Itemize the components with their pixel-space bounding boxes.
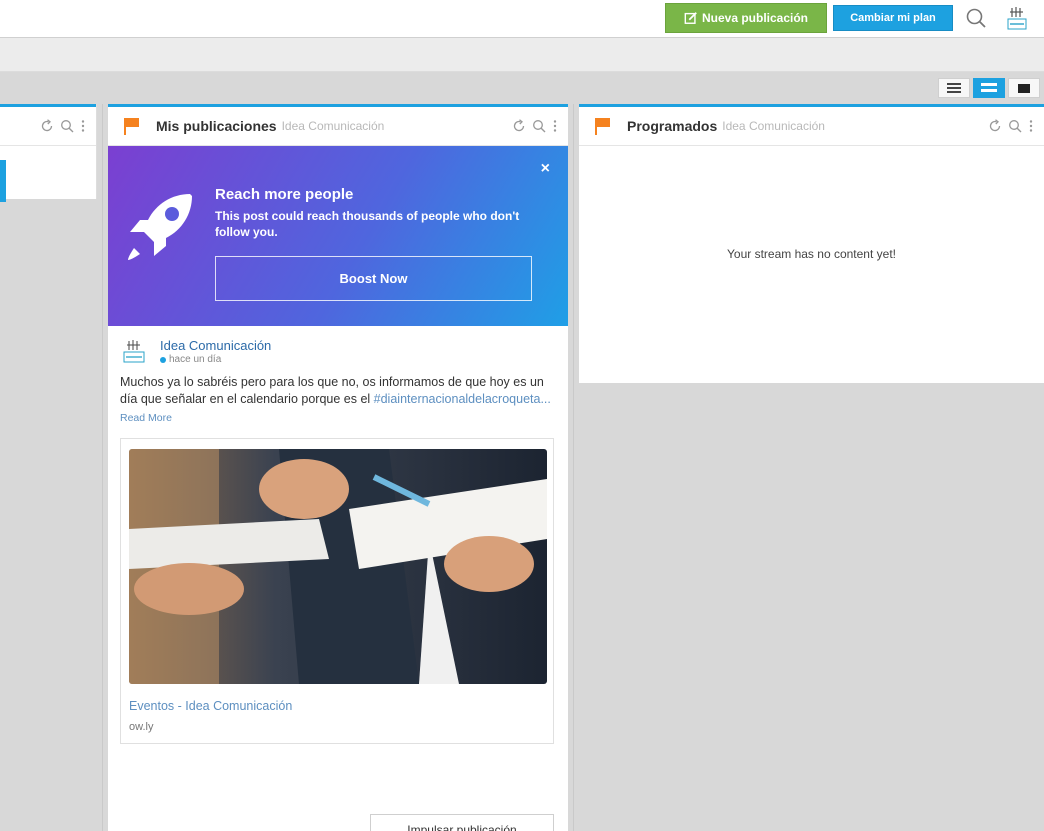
- my-posts-column: Mis publicaciones Idea Comunicación × Re…: [108, 104, 568, 831]
- profile-avatar[interactable]: [1002, 4, 1032, 34]
- wide-icon: [1018, 83, 1030, 93]
- post-time: hace un día: [160, 354, 271, 365]
- read-more-link[interactable]: Read More: [120, 412, 556, 424]
- boost-promo-banner: × Reach more people This post could reac…: [108, 146, 568, 326]
- top-bar: Nueva publicación Cambiar mi plan: [0, 0, 1044, 38]
- search-icon[interactable]: [532, 119, 546, 133]
- scheduled-header: Programados Idea Comunicación: [579, 104, 1044, 146]
- column-subtitle: Idea Comunicación: [722, 119, 825, 133]
- search-icon[interactable]: [965, 7, 987, 29]
- time-label: hace un día: [169, 354, 222, 365]
- link-domain: ow.ly: [129, 721, 154, 733]
- my-posts-header: Mis publicaciones Idea Comunicación: [108, 104, 568, 146]
- post-text: Muchos ya lo sabréis pero para los que n…: [120, 374, 556, 408]
- wide-view-button[interactable]: [1008, 78, 1040, 98]
- view-bar: [0, 72, 1044, 104]
- compose-icon: [684, 12, 697, 24]
- post-header: Idea Comunicación hace un día: [120, 338, 556, 366]
- refresh-icon[interactable]: [512, 119, 526, 133]
- column-actions: [988, 119, 1034, 133]
- column-divider: [573, 104, 574, 831]
- author-name[interactable]: Idea Comunicación: [160, 338, 271, 353]
- more-options-icon[interactable]: [1028, 119, 1034, 133]
- view-toggle: [938, 78, 1040, 98]
- list-view-button[interactable]: [938, 78, 970, 98]
- search-icon[interactable]: [1008, 119, 1022, 133]
- link-preview-image: [129, 449, 547, 684]
- left-column-actions: [40, 119, 86, 133]
- change-plan-button[interactable]: Cambiar mi plan: [833, 5, 953, 31]
- more-options-icon[interactable]: [552, 119, 558, 133]
- rocket-icon: [128, 194, 192, 260]
- empty-stream-message: Your stream has no content yet!: [727, 247, 896, 261]
- left-column-header: [0, 104, 96, 146]
- compact-view-button[interactable]: [973, 78, 1005, 98]
- refresh-icon[interactable]: [988, 119, 1002, 133]
- left-column: [0, 104, 97, 199]
- column-divider: [102, 104, 103, 831]
- close-icon[interactable]: ×: [541, 160, 550, 178]
- new-post-button[interactable]: Nueva publicación: [665, 3, 827, 33]
- globe-icon: [160, 356, 166, 363]
- left-accent-strip: [0, 160, 6, 202]
- post-card: Idea Comunicación hace un día Muchos ya …: [108, 326, 568, 831]
- refresh-icon[interactable]: [40, 119, 54, 133]
- link-preview[interactable]: Eventos - Idea Comunicación ow.ly: [120, 438, 554, 744]
- column-title: Programados: [627, 118, 718, 134]
- promo-title: Reach more people: [215, 186, 354, 203]
- compact-icon: [981, 83, 997, 92]
- column-actions: [512, 119, 558, 133]
- column-subtitle: Idea Comunicación: [281, 119, 385, 133]
- boost-post-button[interactable]: Impulsar publicación: [370, 814, 554, 831]
- sub-bar: [0, 38, 1044, 72]
- boost-now-button[interactable]: Boost Now: [215, 256, 532, 301]
- link-title[interactable]: Eventos - Idea Comunicación: [129, 699, 545, 713]
- hashtag-link[interactable]: #diainternacionaldelacroqueta...: [374, 392, 551, 406]
- flag-icon: [124, 118, 139, 135]
- author-avatar[interactable]: [120, 338, 148, 366]
- promo-text: This post could reach thousands of peopl…: [215, 209, 520, 239]
- search-icon[interactable]: [60, 119, 74, 133]
- new-post-label: Nueva publicación: [701, 11, 809, 25]
- more-options-icon[interactable]: [80, 119, 86, 133]
- flag-icon: [595, 118, 610, 135]
- list-icon: [947, 83, 961, 93]
- scheduled-column: Programados Idea Comunicación Your strea…: [579, 104, 1044, 383]
- column-title: Mis publicaciones: [156, 118, 277, 134]
